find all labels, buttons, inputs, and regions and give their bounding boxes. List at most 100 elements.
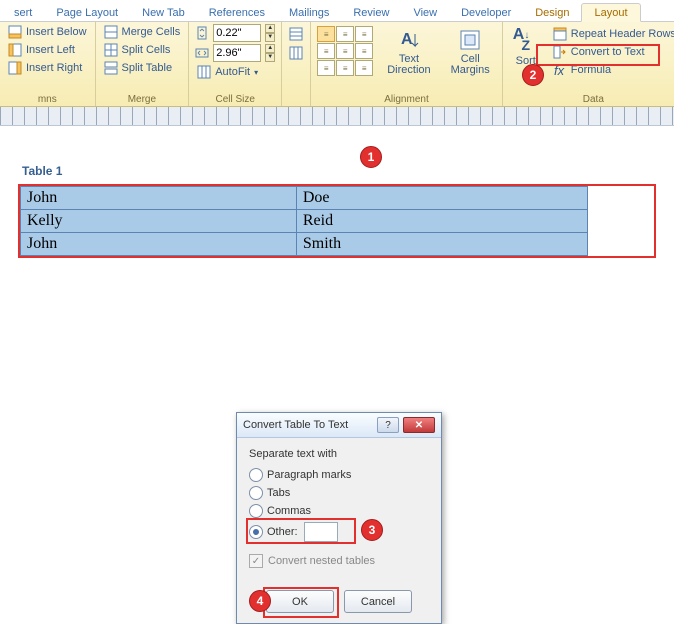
callout-2: 2 — [522, 64, 544, 86]
checkbox-icon: ✓ — [249, 554, 263, 568]
align-mid-left[interactable]: ≡ — [317, 43, 335, 59]
col-width-control: ▲▼ — [195, 44, 275, 62]
split-table-icon — [104, 61, 118, 75]
insert-below-icon — [8, 25, 22, 39]
radio-tabs[interactable]: Tabs — [249, 484, 429, 502]
text-direction-icon: A — [397, 28, 421, 52]
split-cells-label: Split Cells — [122, 44, 171, 56]
table-cell[interactable]: Smith — [296, 233, 587, 256]
row-height-control: ▲▼ — [195, 24, 275, 42]
split-table-button[interactable]: Split Table — [102, 60, 183, 76]
radio-commas-label: Commas — [267, 505, 311, 517]
ribbon-tabs: sert Page Layout New Tab References Mail… — [0, 0, 674, 22]
tab-view[interactable]: View — [401, 4, 449, 21]
align-bot-left[interactable]: ≡ — [317, 60, 335, 76]
highlight-table: JohnDoe KellyReid JohnSmith — [18, 184, 656, 258]
insert-below-button[interactable]: Insert Below — [6, 24, 89, 40]
cell-size-group-label: Cell Size — [195, 92, 275, 106]
autofit-button[interactable]: AutoFit ▾ — [195, 64, 275, 80]
insert-left-button[interactable]: Insert Left — [6, 42, 89, 58]
highlight-other — [246, 518, 356, 544]
insert-right-icon — [8, 61, 22, 75]
radio-icon — [249, 468, 263, 482]
height-down[interactable]: ▼ — [265, 33, 275, 42]
table-row: JohnDoe — [21, 187, 588, 210]
text-direction-label: Text Direction — [387, 54, 430, 76]
svg-text:A: A — [401, 31, 413, 48]
table-cell[interactable]: Doe — [296, 187, 587, 210]
table-cell[interactable]: Kelly — [21, 210, 297, 233]
convert-table-to-text-dialog: Convert Table To Text ? ✕ Separate text … — [236, 412, 442, 624]
close-button[interactable]: ✕ — [403, 417, 435, 433]
insert-right-button[interactable]: Insert Right — [6, 60, 89, 76]
data-group-label: Data — [509, 92, 674, 106]
repeat-header-icon — [553, 27, 567, 41]
align-mid-center[interactable]: ≡ — [336, 43, 354, 59]
split-cells-icon — [104, 43, 118, 57]
alignment-grid: ≡ ≡ ≡ ≡ ≡ ≡ ≡ ≡ ≡ — [317, 26, 373, 76]
repeat-header-button[interactable]: Repeat Header Rows — [551, 26, 674, 42]
insert-right-label: Insert Right — [26, 62, 82, 74]
tab-review[interactable]: Review — [341, 4, 401, 21]
table-cell[interactable]: John — [21, 233, 297, 256]
insert-left-label: Insert Left — [26, 44, 75, 56]
dialog-title: Convert Table To Text — [243, 419, 348, 431]
tab-references[interactable]: References — [197, 4, 277, 21]
table-cell[interactable]: Reid — [296, 210, 587, 233]
highlight-convert-to-text — [536, 44, 660, 66]
split-table-label: Split Table — [122, 62, 173, 74]
table-cell[interactable]: John — [21, 187, 297, 210]
tab-developer[interactable]: Developer — [449, 4, 523, 21]
merge-cells-button[interactable]: Merge Cells — [102, 24, 183, 40]
align-mid-right[interactable]: ≡ — [355, 43, 373, 59]
insert-below-label: Insert Below — [26, 26, 87, 38]
convert-nested-checkbox: ✓ Convert nested tables — [249, 554, 429, 568]
width-down[interactable]: ▼ — [265, 53, 275, 62]
col-width-icon — [195, 46, 209, 60]
table-caption: Table 1 — [22, 164, 656, 178]
document-area: Table 1 1 JohnDoe KellyReid JohnSmith Co… — [0, 126, 674, 288]
horizontal-ruler[interactable] — [0, 107, 674, 126]
tab-design[interactable]: Design — [523, 4, 581, 21]
tab-page-layout[interactable]: Page Layout — [44, 4, 130, 21]
merge-group-label: Merge — [102, 92, 183, 106]
align-bot-center[interactable]: ≡ — [336, 60, 354, 76]
highlight-ok — [263, 587, 339, 618]
align-top-center[interactable]: ≡ — [336, 26, 354, 42]
row-height-input[interactable] — [213, 24, 261, 42]
height-up[interactable]: ▲ — [265, 24, 275, 33]
insert-left-icon — [8, 43, 22, 57]
callout-3: 3 — [361, 519, 383, 541]
tab-layout[interactable]: Layout — [581, 3, 640, 22]
dialog-titlebar[interactable]: Convert Table To Text ? ✕ — [237, 413, 441, 438]
selected-table[interactable]: JohnDoe KellyReid JohnSmith — [20, 186, 588, 256]
width-up[interactable]: ▲ — [265, 44, 275, 53]
separate-text-label: Separate text with — [249, 448, 429, 460]
table-row: JohnSmith — [21, 233, 588, 256]
autofit-icon — [197, 65, 211, 79]
tab-insert[interactable]: sert — [2, 4, 44, 21]
align-top-left[interactable]: ≡ — [317, 26, 335, 42]
radio-paragraph-marks[interactable]: Paragraph marks — [249, 466, 429, 484]
split-cells-button[interactable]: Split Cells — [102, 42, 183, 58]
align-top-right[interactable]: ≡ — [355, 26, 373, 42]
radio-icon — [249, 504, 263, 518]
convert-nested-label: Convert nested tables — [268, 555, 375, 567]
rows-columns-group-label: mns — [6, 92, 89, 106]
sort-icon: A↓ Z — [513, 28, 539, 54]
cell-margins-button[interactable]: Cell Margins — [445, 26, 496, 78]
radio-paragraph-label: Paragraph marks — [267, 469, 351, 481]
tab-mailings[interactable]: Mailings — [277, 4, 341, 21]
distribute-cols-icon[interactable] — [288, 45, 304, 61]
col-width-input[interactable] — [213, 44, 261, 62]
alignment-group-label: Alignment — [317, 92, 496, 106]
tab-new-tab[interactable]: New Tab — [130, 4, 197, 21]
callout-4: 4 — [249, 590, 271, 612]
align-bot-right[interactable]: ≡ — [355, 60, 373, 76]
radio-icon — [249, 486, 263, 500]
cell-margins-icon — [458, 28, 482, 52]
distribute-rows-icon[interactable] — [288, 26, 304, 42]
text-direction-button[interactable]: A Text Direction — [381, 26, 436, 78]
cancel-button[interactable]: Cancel — [344, 590, 412, 613]
help-button[interactable]: ? — [377, 417, 399, 433]
